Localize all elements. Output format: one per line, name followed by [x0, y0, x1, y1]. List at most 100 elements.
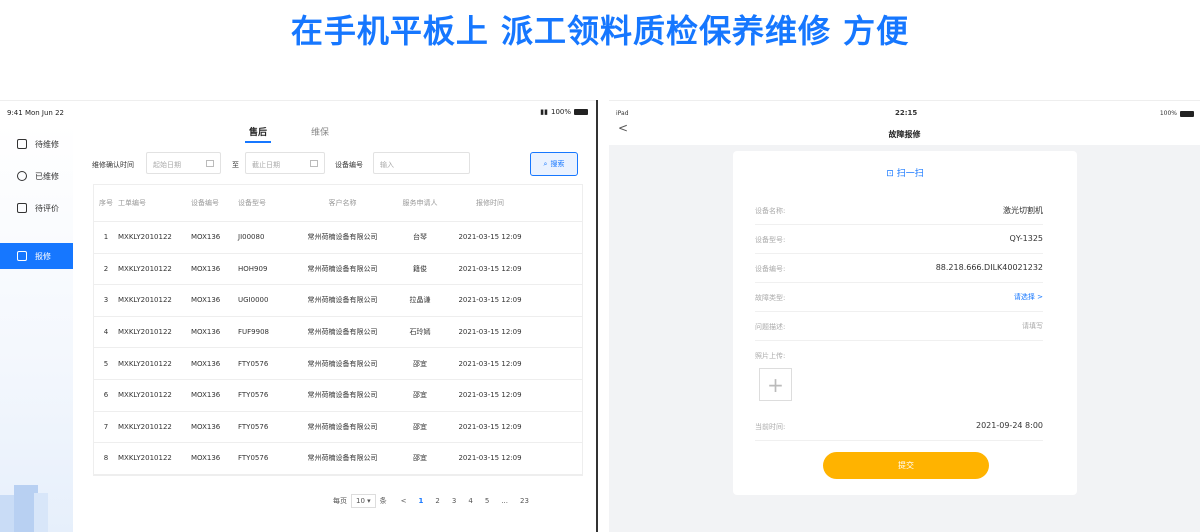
- table-cell: 拉晶谦: [409, 296, 431, 305]
- table-cell: 邵宜: [413, 454, 427, 463]
- table-cell: 常州荷楠设备有限公司: [307, 264, 378, 273]
- page-number[interactable]: 2: [435, 497, 439, 505]
- decorative-blocks: [0, 473, 73, 532]
- table-row[interactable]: 7 MXKLY2010122 MOX136 FTY0576 常州荷楠设备有限公司 邵宜 20…: [94, 412, 582, 444]
- table-cell: MXKLY2010122: [118, 391, 172, 400]
- status-time: 22:15: [895, 109, 918, 117]
- table-cell: MOX136: [191, 359, 221, 368]
- table-cell: HOH909: [238, 264, 268, 273]
- table-cell: MXKLY2010122: [118, 359, 172, 368]
- table-row[interactable]: 1 MXKLY2010122 MOX136 JI00080 常州荷楠设备有限公司 台琴 20…: [94, 222, 582, 254]
- form-field: 设备型号: QY-1325: [755, 224, 1043, 254]
- table-cell: MOX136: [191, 391, 221, 400]
- table-cell: MXKLY2010122: [118, 233, 172, 242]
- page-number[interactable]: 1: [419, 497, 424, 505]
- field-label: 照片上传:: [755, 352, 786, 360]
- search-button[interactable]: ⌕ 搜索: [530, 152, 578, 176]
- table-cell: MOX136: [191, 264, 221, 273]
- table-cell: 2021-03-15 12:09: [458, 264, 522, 273]
- table-cell: 2: [103, 264, 109, 273]
- col-header: 设备编号: [191, 199, 219, 207]
- table-row[interactable]: 3 MXKLY2010122 MOX136 UGI0000 常州荷楠设备有限公司 拉晶谦 2…: [94, 285, 582, 317]
- page-number[interactable]: 3: [452, 497, 456, 505]
- submit-button[interactable]: 提交: [823, 452, 989, 479]
- page-number[interactable]: 4: [468, 497, 472, 505]
- sidebar: 待维修 已维修 待评价 报修: [0, 123, 73, 532]
- chevron-down-icon: ▾: [367, 497, 371, 505]
- form-field: 设备名称: 激光切割机: [755, 195, 1043, 225]
- table-row[interactable]: 8 MXKLY2010122 MOX136 FTY0576 常州荷楠设备有限公司 邵宜 20…: [94, 443, 582, 475]
- scan-icon: ⊡: [886, 169, 897, 179]
- field-value: 88.218.666.DILK40021232: [935, 263, 1043, 272]
- status-indicators: 100%: [1160, 110, 1194, 117]
- form-field: 照片上传:: [755, 340, 1043, 370]
- work-order-table: 序号 工单编号 设备编号 设备型号 客户名称 服务申请人 报修时间 1 MXKLY…: [93, 184, 583, 476]
- clipboard-icon: [17, 139, 27, 149]
- confirm-time-label: 维修确认时间: [92, 161, 134, 169]
- scan-button[interactable]: ⊡ 扫一扫: [733, 166, 1077, 179]
- tab-maintenance[interactable]: 维保: [307, 123, 333, 143]
- table-cell: 2021-03-15 12:09: [458, 391, 522, 400]
- prev-page-button[interactable]: <: [401, 497, 407, 505]
- tab-after-sales[interactable]: 售后: [245, 123, 272, 143]
- scan-label: 扫一扫: [896, 169, 924, 179]
- sidebar-item-report[interactable]: 报修: [0, 243, 73, 269]
- table-row[interactable]: 6 MXKLY2010122 MOX136 FTY0576 常州荷楠设备有限公司 邵宜 20…: [94, 380, 582, 412]
- form-field[interactable]: 问题描述: 请填写: [755, 311, 1043, 341]
- table-cell: FTY0576: [238, 422, 269, 431]
- tablet-screen: 9:41 Mon Jun 22 ▮▮ 100% 待维修 已维修 待评价 报修 售…: [0, 100, 596, 532]
- col-header: 设备型号: [238, 199, 266, 207]
- form-field[interactable]: 故障类型: 请选择 >: [755, 282, 1043, 312]
- table-cell: 籍俊: [413, 264, 427, 273]
- table-cell: 邵宜: [413, 391, 427, 400]
- sidebar-item-pending-review[interactable]: 待评价: [0, 195, 73, 221]
- table-cell: 7: [103, 422, 109, 431]
- page-number[interactable]: 5: [485, 497, 489, 505]
- start-date-input[interactable]: 起始日期: [146, 152, 221, 174]
- device-no-input[interactable]: 输入: [373, 152, 470, 174]
- field-value: QY-1325: [1009, 234, 1043, 243]
- table-cell: 常州荷楠设备有限公司: [307, 391, 378, 400]
- table-cell: 邵宜: [413, 359, 427, 368]
- nav-header: iPad 22:15 100% < 故障报修: [609, 101, 1200, 145]
- sidebar-item-pending-repair[interactable]: 待维修: [0, 131, 73, 157]
- sidebar-item-label: 报修: [35, 251, 51, 261]
- field-label: 当前时间:: [755, 423, 786, 431]
- table-row[interactable]: 5 MXKLY2010122 MOX136 FTY0576 常州荷楠设备有限公司 邵宜 20…: [94, 348, 582, 380]
- field-value: 请填写: [1022, 322, 1043, 330]
- photo-upload-button[interactable]: +: [759, 368, 792, 401]
- table-cell: 常州荷楠设备有限公司: [307, 422, 378, 431]
- per-page-unit: 条: [379, 497, 387, 505]
- table-cell: 常州荷楠设备有限公司: [307, 328, 378, 337]
- search-label: 搜索: [550, 160, 565, 168]
- table-row[interactable]: 2 MXKLY2010122 MOX136 HOH909 常州荷楠设备有限公司 籍俊 202…: [94, 254, 582, 286]
- gear-icon: [17, 171, 27, 181]
- page-title: 故障报修: [888, 130, 921, 139]
- device-label: iPad: [616, 110, 629, 117]
- battery-percent: 100%: [550, 108, 571, 116]
- search-icon: ⌕: [543, 159, 548, 168]
- signal-icon: ▮▮: [540, 108, 548, 116]
- per-page-select[interactable]: 10 ▾: [351, 494, 376, 508]
- per-page-value: 10: [356, 497, 365, 505]
- col-header: 工单编号: [118, 199, 146, 207]
- end-date-input[interactable]: 截止日期: [245, 152, 325, 174]
- table-cell: MXKLY2010122: [118, 296, 172, 305]
- table-row[interactable]: 4 MXKLY2010122 MOX136 FUF9908 常州荷楠设备有限公司 石玲嫣 2…: [94, 317, 582, 349]
- col-header: 客户名称: [328, 199, 357, 207]
- headline: 在手机平板上 派工领料质检保养维修 方便: [290, 12, 910, 50]
- page-number[interactable]: ...: [501, 497, 508, 505]
- to-label: 至: [232, 161, 239, 169]
- table-cell: 2021-03-15 12:09: [458, 328, 522, 337]
- table-cell: 2021-03-15 12:09: [458, 233, 522, 242]
- battery-icon: [574, 109, 588, 115]
- field-label: 故障类型:: [755, 294, 786, 302]
- table-cell: FTY0576: [238, 454, 269, 463]
- sidebar-item-label: 已维修: [35, 171, 59, 181]
- field-label: 设备编号:: [755, 265, 786, 273]
- table-cell: 5: [103, 359, 109, 368]
- page-number[interactable]: 23: [520, 497, 529, 505]
- sidebar-item-label: 待评价: [35, 203, 59, 213]
- sidebar-item-repaired[interactable]: 已维修: [0, 163, 73, 189]
- page-list: 1 2 3 4 5... 23: [413, 497, 535, 505]
